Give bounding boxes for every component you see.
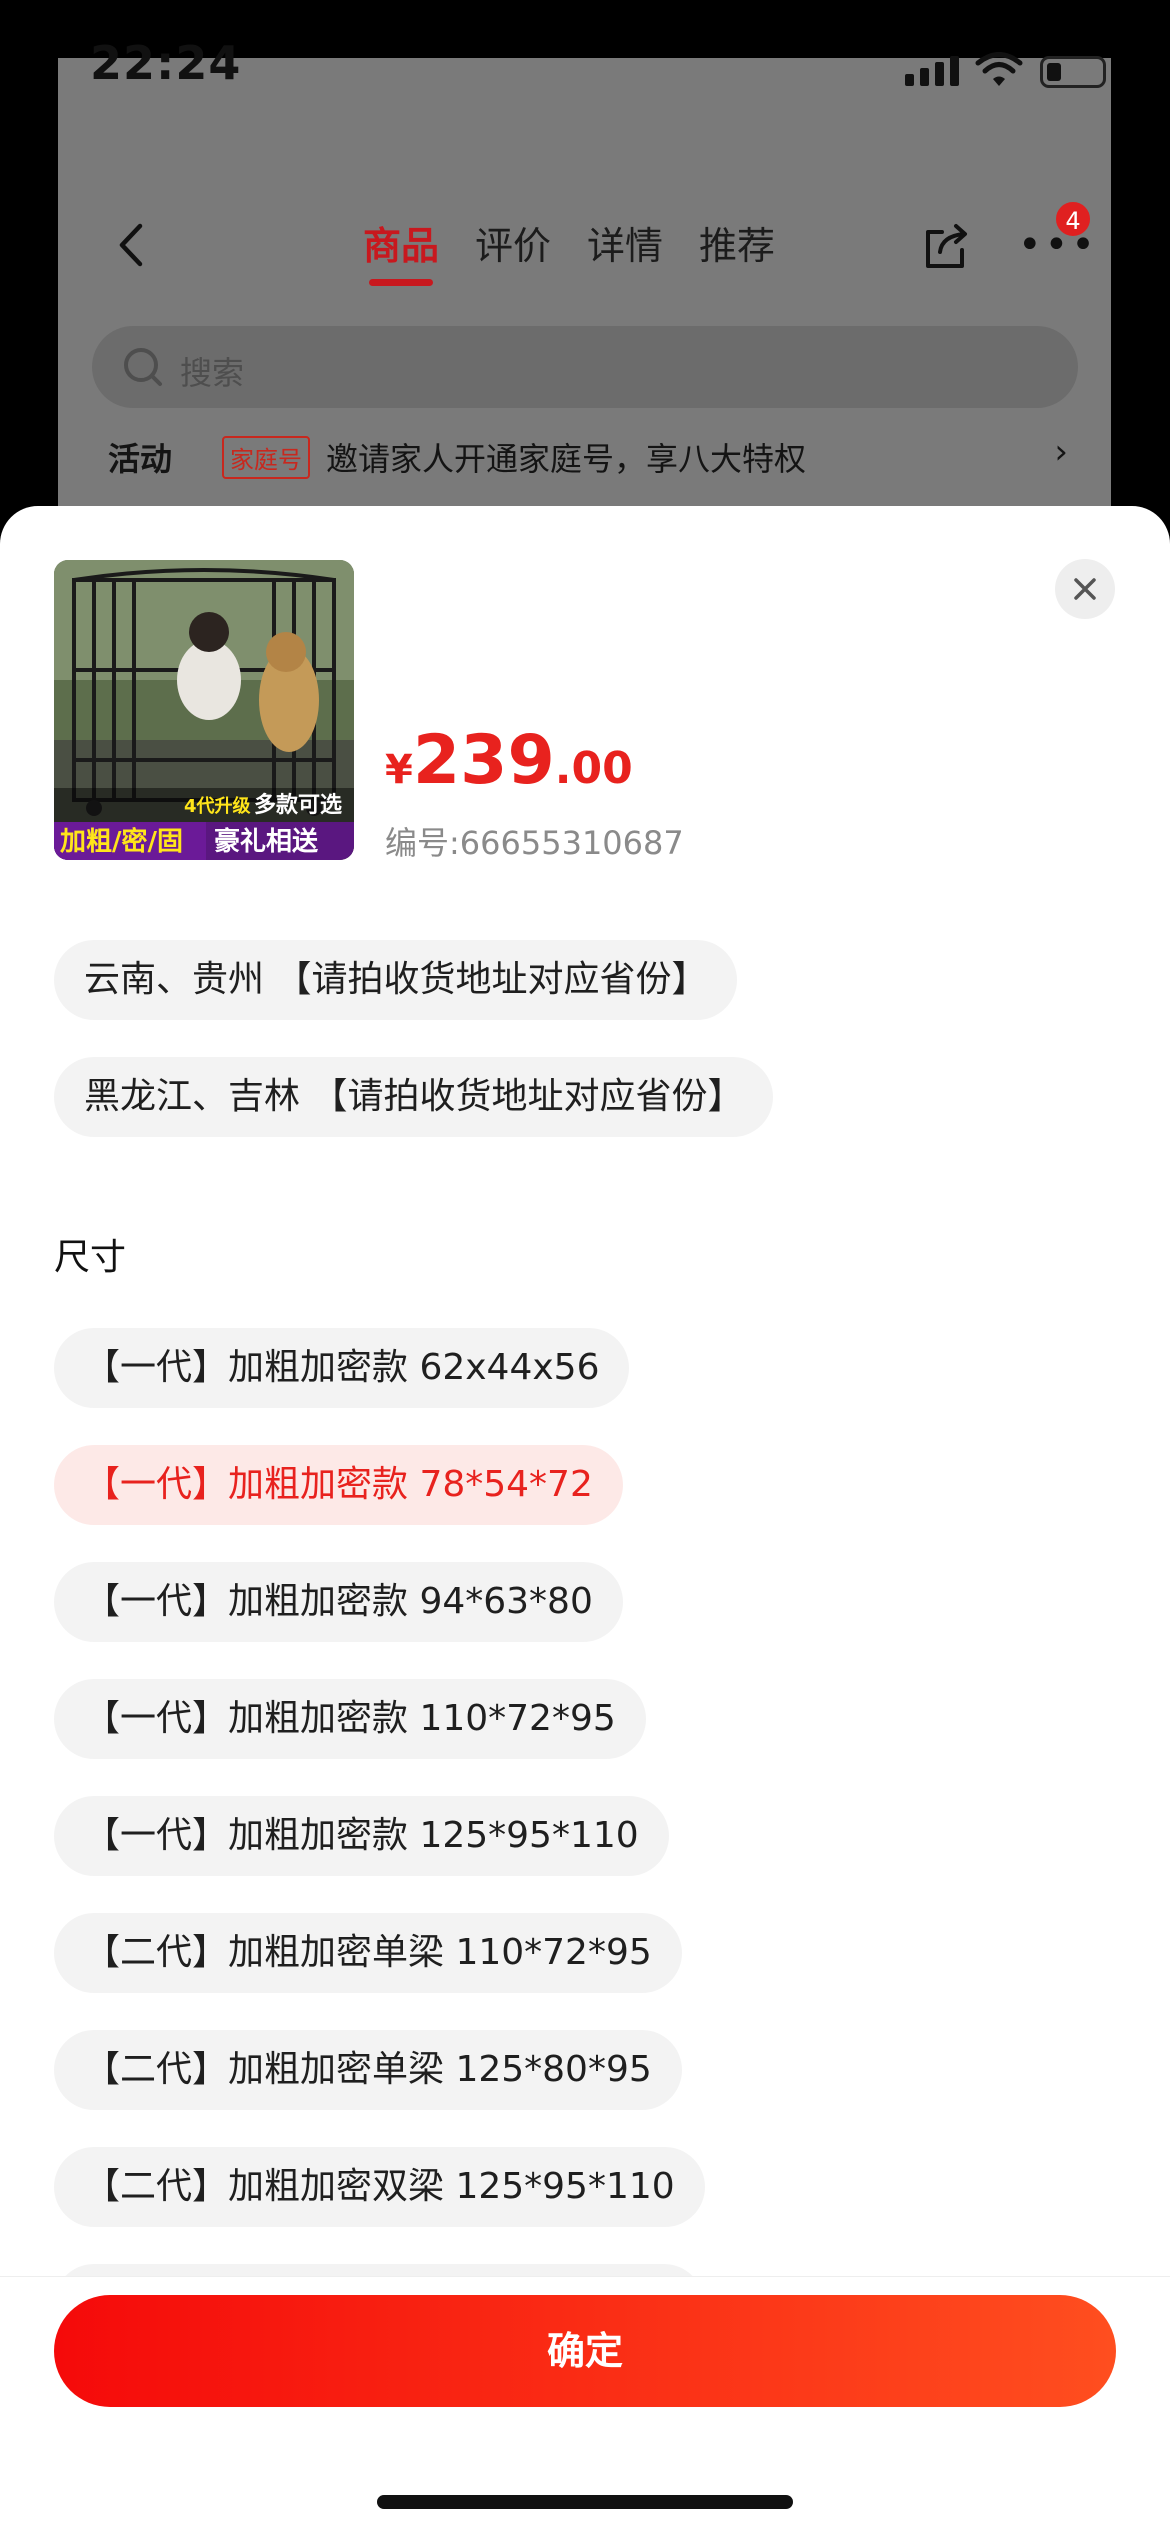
tab-details[interactable]: 详情 [587, 215, 663, 270]
product-thumbnail[interactable]: 4代升级 多款可选 加粗/密/固 豪礼相送 [54, 560, 354, 860]
chevron-right-icon: › [1054, 432, 1068, 472]
price-integer: 239 [412, 721, 555, 800]
cellular-signal-icon [905, 56, 959, 86]
notification-badge: 4 [1054, 200, 1092, 238]
search-icon [124, 348, 162, 386]
size-section-title: 尺寸 [54, 1237, 127, 1278]
thumb-banner-right: 豪礼相送 [214, 826, 318, 857]
price-decimal: .00 [554, 743, 633, 794]
sheet-footer: 确定 [0, 2276, 1170, 2532]
size-option[interactable]: 【一代】加粗加密款 94*63*80 [54, 1562, 623, 1642]
tab-goods[interactable]: 商品 [363, 215, 439, 286]
share-icon[interactable] [920, 220, 972, 272]
status-time: 22:24 [90, 36, 242, 90]
battery-icon [1040, 56, 1106, 88]
size-option[interactable]: 【二代】加粗加密双梁 125*95*110 [54, 2147, 705, 2227]
activity-row[interactable]: 活动 家庭号 邀请家人开通家庭号，享八大特权 › [108, 430, 1078, 480]
activity-text: 邀请家人开通家庭号，享八大特权 [326, 440, 807, 478]
activity-label: 活动 [108, 440, 173, 478]
thumb-banner-left: 加粗/密/固 [60, 826, 183, 857]
more-icon[interactable]: ••• [1018, 225, 1098, 265]
home-indicator [377, 2495, 793, 2509]
size-option[interactable]: 【一代】加粗加密款 125*95*110 [54, 1796, 669, 1876]
size-option[interactable]: 【二代】加粗加密单梁 110*72*95 [54, 1913, 682, 1993]
product-sku-number: 编号:66655310687 [385, 824, 684, 862]
size-option[interactable]: 【二代】加粗加密单梁 125*80*95 [54, 2030, 682, 2110]
product-nav-bar: 商品 评价 详情 推荐 ••• 4 [58, 200, 1111, 290]
activity-tag: 家庭号 [222, 436, 310, 479]
confirm-button[interactable]: 确定 [54, 2295, 1116, 2407]
price-currency: ¥ [385, 747, 413, 793]
tab-reviews[interactable]: 评价 [475, 215, 551, 270]
size-option[interactable]: 【一代】加粗加密款 110*72*95 [54, 1679, 646, 1759]
product-tabs: 商品 评价 详情 推荐 [363, 215, 775, 286]
dog-cage-image: 4代升级 多款可选 加粗/密/固 豪礼相送 [54, 560, 354, 860]
close-button[interactable] [1055, 559, 1115, 619]
status-bar: 22:24 [0, 0, 1170, 130]
search-bar[interactable]: 搜索 [92, 326, 1078, 408]
size-option[interactable]: 【一代】加粗加密款 62x44x56 [54, 1328, 630, 1408]
product-price: ¥239.00 [385, 721, 633, 800]
close-icon [1074, 578, 1096, 600]
thumb-badge-top: 4代升级 [184, 795, 252, 817]
sku-selection-sheet: 4代升级 多款可选 加粗/密/固 豪礼相送 ¥239.00 编号:6665531… [0, 506, 1170, 2532]
tab-recommend[interactable]: 推荐 [699, 215, 775, 270]
thumb-badge-top2: 多款可选 [254, 792, 342, 818]
region-option[interactable]: 黑龙江、吉林 【请拍收货地址对应省份】 [54, 1057, 774, 1137]
back-arrow-icon[interactable] [108, 220, 158, 270]
wifi-icon [975, 52, 1023, 86]
size-option-selected[interactable]: 【一代】加粗加密款 78*54*72 [54, 1445, 623, 1525]
region-option[interactable]: 云南、贵州 【请拍收货地址对应省份】 [54, 940, 738, 1020]
search-placeholder: 搜索 [180, 354, 245, 392]
